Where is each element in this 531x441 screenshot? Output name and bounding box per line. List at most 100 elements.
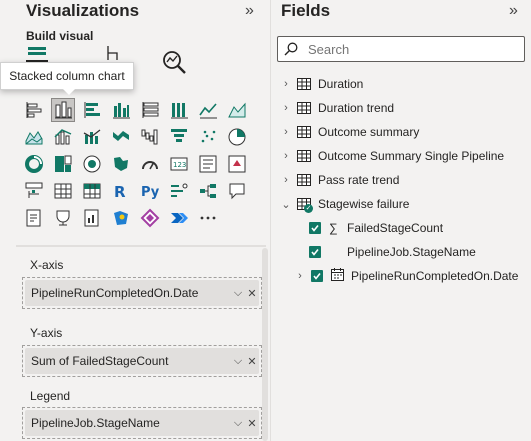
100-stacked-bar-chart-icon[interactable] [138,98,162,122]
chevron-right-icon[interactable]: › [281,150,291,162]
treemap-icon[interactable] [51,152,75,176]
scatter-chart-icon[interactable] [196,125,220,149]
field-table-name: Outcome summary [318,125,420,139]
visualizations-header: Visualizations » [0,0,270,26]
more-visuals-icon[interactable] [196,206,220,230]
power-automate-icon-glyph [171,213,188,223]
legend-well[interactable]: PipelineJob.StageName ⌵ ✕ [22,407,262,439]
slicer-icon[interactable] [22,179,46,203]
y-axis-field-pill[interactable]: Sum of FailedStageCount ⌵ ✕ [25,348,259,374]
key-influencers-icon-glyph [171,183,188,197]
waterfall-chart-icon-glyph [141,129,158,145]
field-table-row[interactable]: › Duration trend [281,97,394,119]
field-item-row[interactable]: PipelineJob.StageName [309,241,476,263]
chevron-right-icon[interactable]: › [281,78,291,90]
map-icon[interactable] [80,152,104,176]
field-table-row[interactable]: › Duration [281,73,363,95]
slicer-icon-glyph [25,182,43,198]
stacked-column-chart-icon[interactable] [51,98,75,122]
analytics-magnifier-icon [163,51,186,74]
clustered-bar-chart-icon[interactable] [80,98,104,122]
area-chart-icon[interactable] [225,98,249,122]
qna-icon-glyph [229,183,245,200]
fields-search-box[interactable] [277,36,525,62]
chevron-down-icon[interactable]: ⌵ [231,355,245,368]
decomposition-tree-icon[interactable] [196,179,220,203]
field-checkbox[interactable] [311,270,323,282]
donut-chart-icon[interactable] [22,152,46,176]
svg-text:123: 123 [173,161,186,169]
line-and-clustered-column-chart-icon[interactable] [80,125,104,149]
field-table-name: Duration trend [318,101,395,115]
metrics-icon[interactable] [51,206,75,230]
x-axis-field-pill[interactable]: PipelineRunCompletedOn.Date ⌵ ✕ [25,280,259,306]
collapse-fields-icon[interactable]: » [509,2,518,20]
search-input[interactable] [306,40,506,58]
kpi-icon[interactable] [225,152,249,176]
chevron-right-icon[interactable]: › [295,270,305,282]
field-table-row[interactable]: › Outcome summary [281,121,419,143]
filled-map-icon-glyph [114,157,128,171]
format-visual-tab[interactable] [100,44,122,62]
chevron-right-icon[interactable]: › [281,126,291,138]
legend-field-pill[interactable]: PipelineJob.StageName ⌵ ✕ [25,410,259,436]
card-icon[interactable]: 123 [167,152,191,176]
field-table-row[interactable]: › Outcome Summary Single Pipeline [281,145,504,167]
x-axis-field-name: PipelineRunCompletedOn.Date [31,286,199,300]
stacked-column-chart-icon-glyph [55,101,72,119]
gauge-icon[interactable] [138,152,162,176]
field-table-row[interactable]: ⌄ ✓ Stagewise failure [281,193,409,215]
chevron-down-icon[interactable]: ⌵ [231,287,245,300]
python-visual-icon[interactable]: Py [138,179,162,203]
r-script-visual-icon[interactable]: R [109,179,133,203]
field-table-name: Pass rate trend [318,173,400,187]
paginated-report-icon[interactable] [80,206,104,230]
funnel-chart-icon[interactable] [167,125,191,149]
power-automate-icon[interactable] [167,206,191,230]
chevron-down-icon[interactable]: ⌵ [231,417,245,430]
field-item-row[interactable]: ∑ FailedStageCount [309,217,443,239]
field-checkbox[interactable] [309,246,321,258]
field-item-name: PipelineJob.StageName [347,245,476,259]
line-and-clustered-column-chart-icon-glyph [83,129,101,144]
line-and-stacked-column-chart-icon[interactable] [51,125,75,149]
field-item-row[interactable]: › PipelineRunCompletedOn.Date [295,265,518,287]
waterfall-chart-icon[interactable] [138,125,162,149]
chevron-right-icon[interactable]: › [281,102,291,114]
100-stacked-column-chart-icon[interactable] [167,98,191,122]
pie-chart-icon[interactable] [225,125,249,149]
table-icon[interactable] [51,179,75,203]
filled-map-icon[interactable] [109,152,133,176]
visual-type-gallery: 123 R Py [22,98,248,233]
clustered-column-chart-icon[interactable] [109,98,133,122]
close-icon[interactable]: ✕ [245,287,259,300]
qna-icon[interactable] [225,179,249,203]
chevron-down-icon[interactable]: ⌄ [281,198,291,211]
stacked-area-chart-icon[interactable] [22,125,46,149]
field-item-name: FailedStageCount [347,221,444,235]
analytics-tab[interactable] [160,48,188,76]
y-axis-well[interactable]: Sum of FailedStageCount ⌵ ✕ [22,345,262,377]
multi-row-card-icon[interactable] [196,152,220,176]
close-icon[interactable]: ✕ [245,417,259,430]
field-checkbox[interactable] [309,222,321,234]
x-axis-well[interactable]: PipelineRunCompletedOn.Date ⌵ ✕ [22,277,262,309]
matrix-icon[interactable] [80,179,104,203]
azure-map-icon[interactable] [109,206,133,230]
paginated-report-icon-glyph [84,209,99,227]
build-visual-icon [28,47,46,55]
key-influencers-icon[interactable] [167,179,191,203]
build-visual-tab[interactable] [26,44,48,62]
ribbon-chart-icon[interactable] [109,125,133,149]
chevron-right-icon[interactable]: › [281,174,291,186]
collapse-visualizations-icon[interactable]: » [245,2,254,20]
stacked-bar-chart-icon[interactable] [22,98,46,122]
line-chart-icon[interactable] [196,98,220,122]
power-apps-icon[interactable] [138,206,162,230]
smart-narrative-icon[interactable] [22,206,46,230]
wells-scrollbar[interactable] [262,248,268,441]
visualizations-pane: Visualizations » Build visual Stacked co… [0,0,270,441]
field-table-row[interactable]: › Pass rate trend [281,169,399,191]
fields-title: Fields [281,1,331,20]
close-icon[interactable]: ✕ [245,355,259,368]
